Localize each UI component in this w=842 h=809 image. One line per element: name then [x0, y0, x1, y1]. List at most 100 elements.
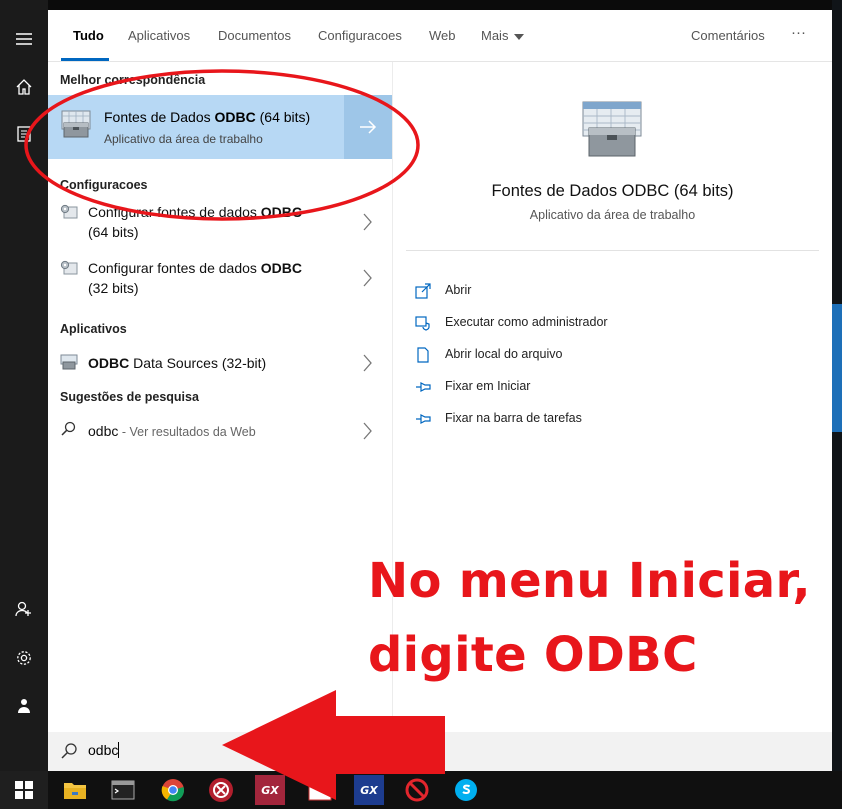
results-list: Melhor correspondência Fontes de Dados O… [48, 62, 392, 732]
active-tab-indicator [61, 58, 109, 61]
search-icon [61, 743, 77, 759]
section-apps: Aplicativos [60, 322, 127, 336]
search-input[interactable]: odbc [88, 742, 120, 758]
preview-separator [406, 250, 819, 251]
taskbar-skype[interactable] [451, 775, 481, 805]
odbc-app-icon [60, 354, 78, 370]
account-button[interactable] [0, 585, 48, 633]
arrow-right-icon [360, 120, 377, 134]
settings-64-line2: (64 bits) [88, 224, 139, 240]
odbc-app-icon [61, 110, 91, 138]
section-settings: Configuracoes [60, 178, 148, 192]
terminal-icon [111, 780, 135, 800]
taskbar-terminal[interactable] [108, 775, 138, 805]
documents-button[interactable] [0, 110, 48, 158]
suggestion-label: odbc - Ver resultados da Web [88, 421, 256, 442]
preview-title: Fontes de Dados ODBC (64 bits) [491, 182, 734, 200]
settings-button[interactable] [0, 634, 48, 682]
tab-bar: Tudo Aplicativos Documentos Configuracoe… [48, 10, 832, 62]
best-title-post: (64 bits) [255, 109, 311, 125]
start-button[interactable] [0, 771, 48, 809]
pin-icon [416, 382, 431, 392]
settings-64-bold: ODBC [260, 204, 303, 220]
taskbar-app-window[interactable] [305, 775, 335, 805]
screen: Tudo Aplicativos Documentos Configuracoe… [0, 0, 842, 809]
tab-more[interactable]: Mais [481, 28, 525, 43]
settings-gear-icon [60, 204, 78, 219]
open-icon [415, 283, 431, 299]
taskbar-file-explorer[interactable] [60, 775, 90, 805]
folder-icon [64, 783, 86, 799]
suggestion-query: odbc [88, 423, 119, 439]
menu-button[interactable] [0, 15, 48, 63]
taskbar-app-red[interactable] [206, 775, 236, 805]
taskbar-genexus-2[interactable]: GX [354, 775, 384, 805]
tab-settings[interactable]: Configuracoes [318, 28, 402, 43]
document-icon [17, 126, 31, 142]
odbc-app-large-icon [582, 101, 642, 157]
tab-apps[interactable]: Aplicativos [128, 28, 190, 43]
start-rail [0, 0, 48, 771]
shield-icon [415, 316, 430, 331]
more-options-button[interactable]: ··· [791, 24, 806, 41]
best-title-pre: Fontes de Dados [104, 109, 215, 125]
windows-logo-icon [15, 781, 33, 799]
action-open-label: Abrir [445, 283, 472, 297]
taskbar-genexus-1[interactable]: GX [255, 775, 285, 805]
app-item-post: Data Sources (32-bit) [129, 355, 267, 371]
taskbar-blocked-app[interactable] [402, 775, 432, 805]
search-input-value: odbc [88, 742, 119, 758]
pin-icon [416, 414, 431, 424]
section-best-match: Melhor correspondência [60, 73, 206, 87]
chevron-right-icon [363, 269, 372, 287]
app-icon [209, 778, 233, 802]
taskbar-chrome[interactable] [158, 775, 188, 805]
preview-subtitle: Aplicativo da área de trabalho [529, 208, 696, 222]
tab-documents[interactable]: Documentos [218, 28, 291, 43]
settings-32-bold: ODBC [260, 260, 303, 276]
settings-item-64[interactable]: Configurar fontes de dados ODBC (64 bits) [48, 200, 392, 250]
best-match-expand-button[interactable] [344, 95, 392, 159]
settings-item-64-label: Configurar fontes de dados ODBC (64 bits) [88, 202, 302, 242]
tab-more-label: Mais [481, 28, 509, 43]
best-match-subtitle: Aplicativo da área de trabalho [104, 132, 263, 146]
action-run-as-admin-label: Executar como administrador [445, 315, 608, 329]
settings-64-pre: Configurar fontes de dados [88, 204, 261, 220]
best-match-title: Fontes de Dados ODBC (64 bits) [104, 109, 310, 125]
search-icon [61, 421, 76, 436]
tab-web[interactable]: Web [429, 28, 456, 43]
skype-icon [455, 779, 477, 801]
suggestion-sub: - Ver resultados da Web [118, 425, 256, 439]
best-match-item[interactable]: Fontes de Dados ODBC (64 bits) Aplicativ… [48, 95, 392, 159]
search-box[interactable]: odbc [48, 732, 832, 771]
section-suggestions: Sugestões de pesquisa [60, 390, 199, 404]
feedback-icon [18, 699, 30, 713]
tab-all[interactable]: Tudo [73, 28, 104, 43]
feedback-link[interactable]: Comentários [691, 28, 765, 43]
settings-item-32-label: Configurar fontes de dados ODBC (32 bits) [88, 258, 302, 298]
settings-32-line2: (32 bits) [88, 280, 139, 296]
action-pin-start-label: Fixar em Iniciar [445, 379, 531, 393]
chevron-right-icon [363, 354, 372, 372]
text-caret [118, 742, 120, 758]
file-icon [417, 347, 429, 363]
chevron-right-icon [363, 422, 372, 440]
feedback-button[interactable] [0, 682, 48, 730]
action-open-file-location-label: Abrir local do arquivo [445, 347, 563, 361]
settings-gear-icon [60, 260, 78, 275]
app-item-bold: ODBC [88, 355, 130, 371]
settings-item-32[interactable]: Configurar fontes de dados ODBC (32 bits) [48, 256, 392, 306]
genexus-icon: GX [360, 783, 378, 797]
taskbar: GX GX [0, 771, 842, 809]
home-icon [16, 79, 32, 95]
genexus-icon: GX [261, 783, 279, 797]
app-item-odbc32[interactable]: ODBC Data Sources (32-bit) [48, 344, 392, 382]
best-title-bold: ODBC [214, 109, 256, 125]
home-button[interactable] [0, 63, 48, 111]
suggestion-item[interactable]: odbc - Ver resultados da Web [48, 412, 392, 450]
window-app-icon [308, 779, 332, 801]
annotation-line-2: digite ODBC [368, 627, 698, 683]
action-pin-taskbar-label: Fixar na barra de tarefas [445, 411, 582, 425]
no-entry-icon [405, 778, 429, 802]
app-item-label: ODBC Data Sources (32-bit) [88, 353, 266, 373]
